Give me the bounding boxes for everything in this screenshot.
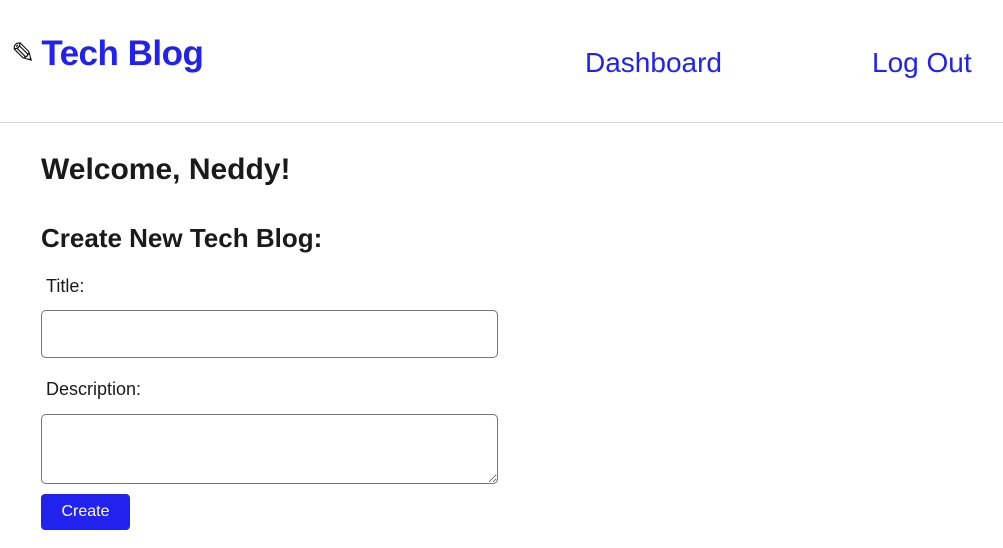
- title-label: Title:: [46, 276, 85, 296]
- nav-dashboard-link[interactable]: Dashboard: [585, 47, 722, 79]
- form-heading: Create New Tech Blog:: [41, 223, 323, 253]
- create-button[interactable]: Create: [41, 494, 130, 530]
- welcome-heading: Welcome, Neddy!: [41, 153, 291, 186]
- title-input[interactable]: [41, 310, 498, 358]
- nav-logout-link[interactable]: Log Out: [872, 47, 972, 79]
- pencil-icon: ✎: [11, 37, 36, 70]
- site-header: ✎ Tech Blog Dashboard Log Out: [0, 0, 1003, 123]
- description-label: Description:: [46, 379, 142, 399]
- site-title: Tech Blog: [41, 34, 204, 73]
- description-textarea[interactable]: [41, 414, 498, 484]
- brand-link[interactable]: ✎ Tech Blog: [11, 34, 204, 74]
